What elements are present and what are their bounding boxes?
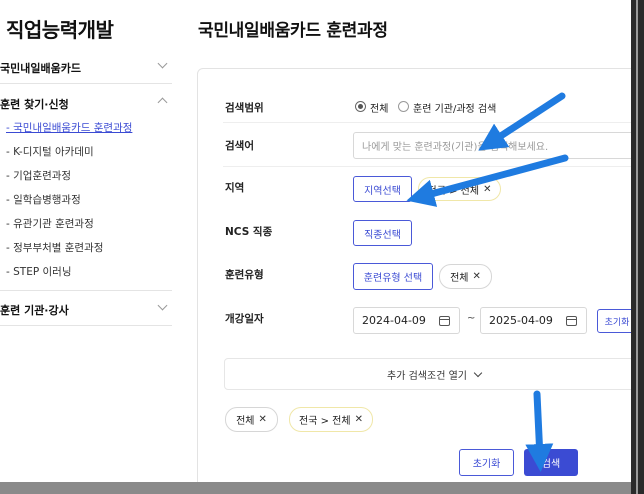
date-separator: ~: [467, 313, 476, 324]
chevron-down-icon: [157, 58, 168, 69]
window-edge-line: [636, 0, 638, 494]
chevron-down-icon: [473, 368, 483, 377]
sidebar-section-card[interactable]: 국민내일배움카드: [0, 58, 172, 76]
expand-conditions-button[interactable]: 추가 검색조건 열기: [224, 358, 631, 390]
scope-radio-institution-label[interactable]: 훈련 기관/과정 검색: [413, 100, 496, 115]
sidebar-title: 직업능력개발: [6, 18, 114, 42]
keyword-placeholder: 나에게 맞는 훈련과정(기관)을 검색해보세요.: [362, 142, 549, 153]
close-icon[interactable]: ✕: [473, 271, 481, 282]
ncs-select-button[interactable]: 직종선택: [353, 220, 412, 246]
sidebar-item-card-course[interactable]: - 국민내일배움카드 훈련과정: [6, 120, 132, 135]
divider: [223, 166, 631, 167]
keyword-label: 검색어: [225, 140, 254, 152]
end-date-input[interactable]: 2025-04-09: [480, 307, 587, 334]
type-chip[interactable]: 전체 ✕: [439, 264, 492, 289]
selected-chip[interactable]: 전국 > 전체 ✕: [289, 407, 373, 432]
sidebar-item-k-digital[interactable]: - K-디지털 아카데미: [6, 144, 94, 159]
region-chip[interactable]: 전국 > 전체 ✕: [418, 177, 501, 201]
sidebar-section-search[interactable]: 훈련 찾기·신청: [0, 96, 172, 112]
selected-chip-label: 전체: [236, 416, 255, 427]
scope-radio-all-label[interactable]: 전체: [370, 100, 388, 115]
end-date-value: 2025-04-09: [489, 314, 553, 327]
chevron-down-icon: [157, 300, 168, 311]
sidebar-item-step[interactable]: - STEP 이러닝: [6, 264, 72, 279]
divider: [223, 122, 631, 123]
sidebar-section-institution[interactable]: 훈련 기관·강사: [0, 300, 172, 318]
type-chip-label: 전체: [450, 273, 469, 284]
close-icon[interactable]: ✕: [355, 414, 363, 425]
divider: [0, 290, 172, 291]
type-select-button[interactable]: 훈련유형 선택: [353, 263, 433, 290]
sidebar-item-company[interactable]: - 기업훈련과정: [6, 168, 71, 183]
window-edge: [631, 0, 644, 494]
ncs-label: NCS 직종: [225, 226, 273, 238]
sidebar-item-work-study[interactable]: - 일학습병행과정: [6, 192, 81, 207]
page-title: 국민내일배움카드 훈련과정: [198, 21, 388, 41]
region-chip-label: 전국 > 전체: [427, 185, 480, 197]
search-button[interactable]: 검색: [524, 449, 578, 476]
start-date-input[interactable]: 2024-04-09: [353, 307, 460, 334]
divider: [0, 325, 172, 326]
calendar-icon[interactable]: [566, 316, 577, 326]
divider: [0, 83, 172, 84]
date-label: 개강일자: [225, 313, 264, 325]
sidebar-item-government[interactable]: - 정부부처별 훈련과정: [6, 240, 103, 255]
type-label: 훈련유형: [225, 269, 264, 281]
region-select-button[interactable]: 지역선택: [353, 176, 412, 202]
region-label: 지역: [225, 182, 245, 194]
sidebar-section-label: 국민내일배움카드: [0, 62, 81, 75]
scope-radio-institution[interactable]: [398, 101, 409, 112]
start-date-value: 2024-04-09: [362, 314, 426, 327]
scope-label: 검색범위: [225, 102, 264, 114]
selected-chip-label: 전국 > 전체: [299, 416, 351, 427]
selected-chip[interactable]: 전체 ✕: [225, 407, 278, 432]
sidebar-section-label: 훈련 기관·강사: [0, 304, 69, 317]
close-icon[interactable]: ✕: [483, 184, 491, 195]
calendar-icon[interactable]: [439, 316, 450, 326]
close-icon[interactable]: ✕: [259, 414, 267, 425]
reset-button[interactable]: 초기화: [459, 449, 514, 476]
sidebar-item-related[interactable]: - 유관기관 훈련과정: [6, 216, 94, 231]
sidebar-section-label: 훈련 찾기·신청: [0, 98, 69, 111]
page: 직업능력개발 국민내일배움카드 훈련 찾기·신청 - 국민내일배움카드 훈련과정…: [0, 0, 631, 482]
scope-radio-all[interactable]: [355, 101, 366, 112]
date-reset-button[interactable]: 초기화: [597, 309, 631, 333]
keyword-input[interactable]: 나에게 맞는 훈련과정(기관)을 검색해보세요.: [353, 132, 631, 159]
expand-conditions-label: 추가 검색조건 열기: [387, 370, 467, 382]
chevron-up-icon: [157, 97, 168, 108]
